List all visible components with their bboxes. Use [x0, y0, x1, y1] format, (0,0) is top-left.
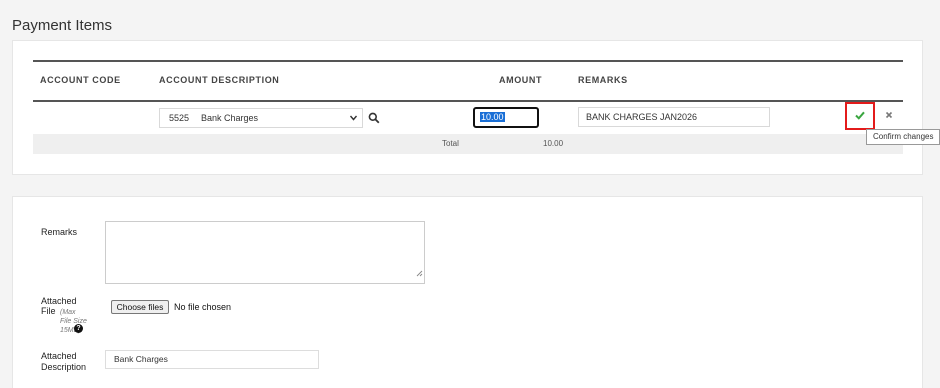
chevron-down-icon	[349, 109, 358, 133]
total-row	[33, 134, 903, 154]
confirm-tooltip: Confirm changes	[866, 129, 940, 145]
resize-grip-icon[interactable]	[416, 264, 423, 282]
total-value: 10.00	[543, 139, 564, 148]
header-amount: AMOUNT	[499, 75, 543, 85]
close-icon	[885, 111, 893, 122]
remarks-label: Remarks	[41, 227, 78, 237]
attached-file-label-2: File	[41, 306, 56, 316]
account-code-value: 5525	[169, 113, 190, 123]
total-label: Total	[442, 139, 459, 148]
help-icon[interactable]: ?	[74, 324, 83, 333]
check-icon	[855, 107, 865, 125]
header-account-description: ACCOUNT DESCRIPTION	[159, 75, 280, 85]
header-remarks: REMARKS	[578, 75, 628, 85]
choose-files-button[interactable]: Choose files	[111, 300, 169, 314]
remarks-row-input[interactable]: BANK CHARGES JAN2026	[578, 107, 770, 127]
table-header-divider	[33, 100, 903, 102]
account-name-value: Bank Charges	[201, 113, 259, 123]
search-icon[interactable]	[368, 111, 380, 129]
attached-description-label: Attached	[41, 351, 77, 361]
section-title: Payment Items	[12, 17, 113, 34]
account-select[interactable]: 5525 Bank Charges	[159, 108, 363, 128]
amount-input[interactable]: 10.00	[473, 107, 539, 128]
no-file-chosen-text: No file chosen	[174, 302, 232, 312]
table-top-divider	[33, 60, 903, 62]
header-account-code: ACCOUNT CODE	[40, 75, 121, 85]
attached-description-input[interactable]: Bank Charges	[105, 350, 319, 369]
attached-file-label: Attached	[41, 296, 77, 306]
confirm-button[interactable]	[845, 102, 875, 130]
remarks-textarea[interactable]	[105, 221, 425, 284]
attached-description-label-2: Description	[41, 362, 87, 372]
amount-value: 10.00	[480, 112, 505, 122]
cancel-button[interactable]	[883, 111, 895, 123]
